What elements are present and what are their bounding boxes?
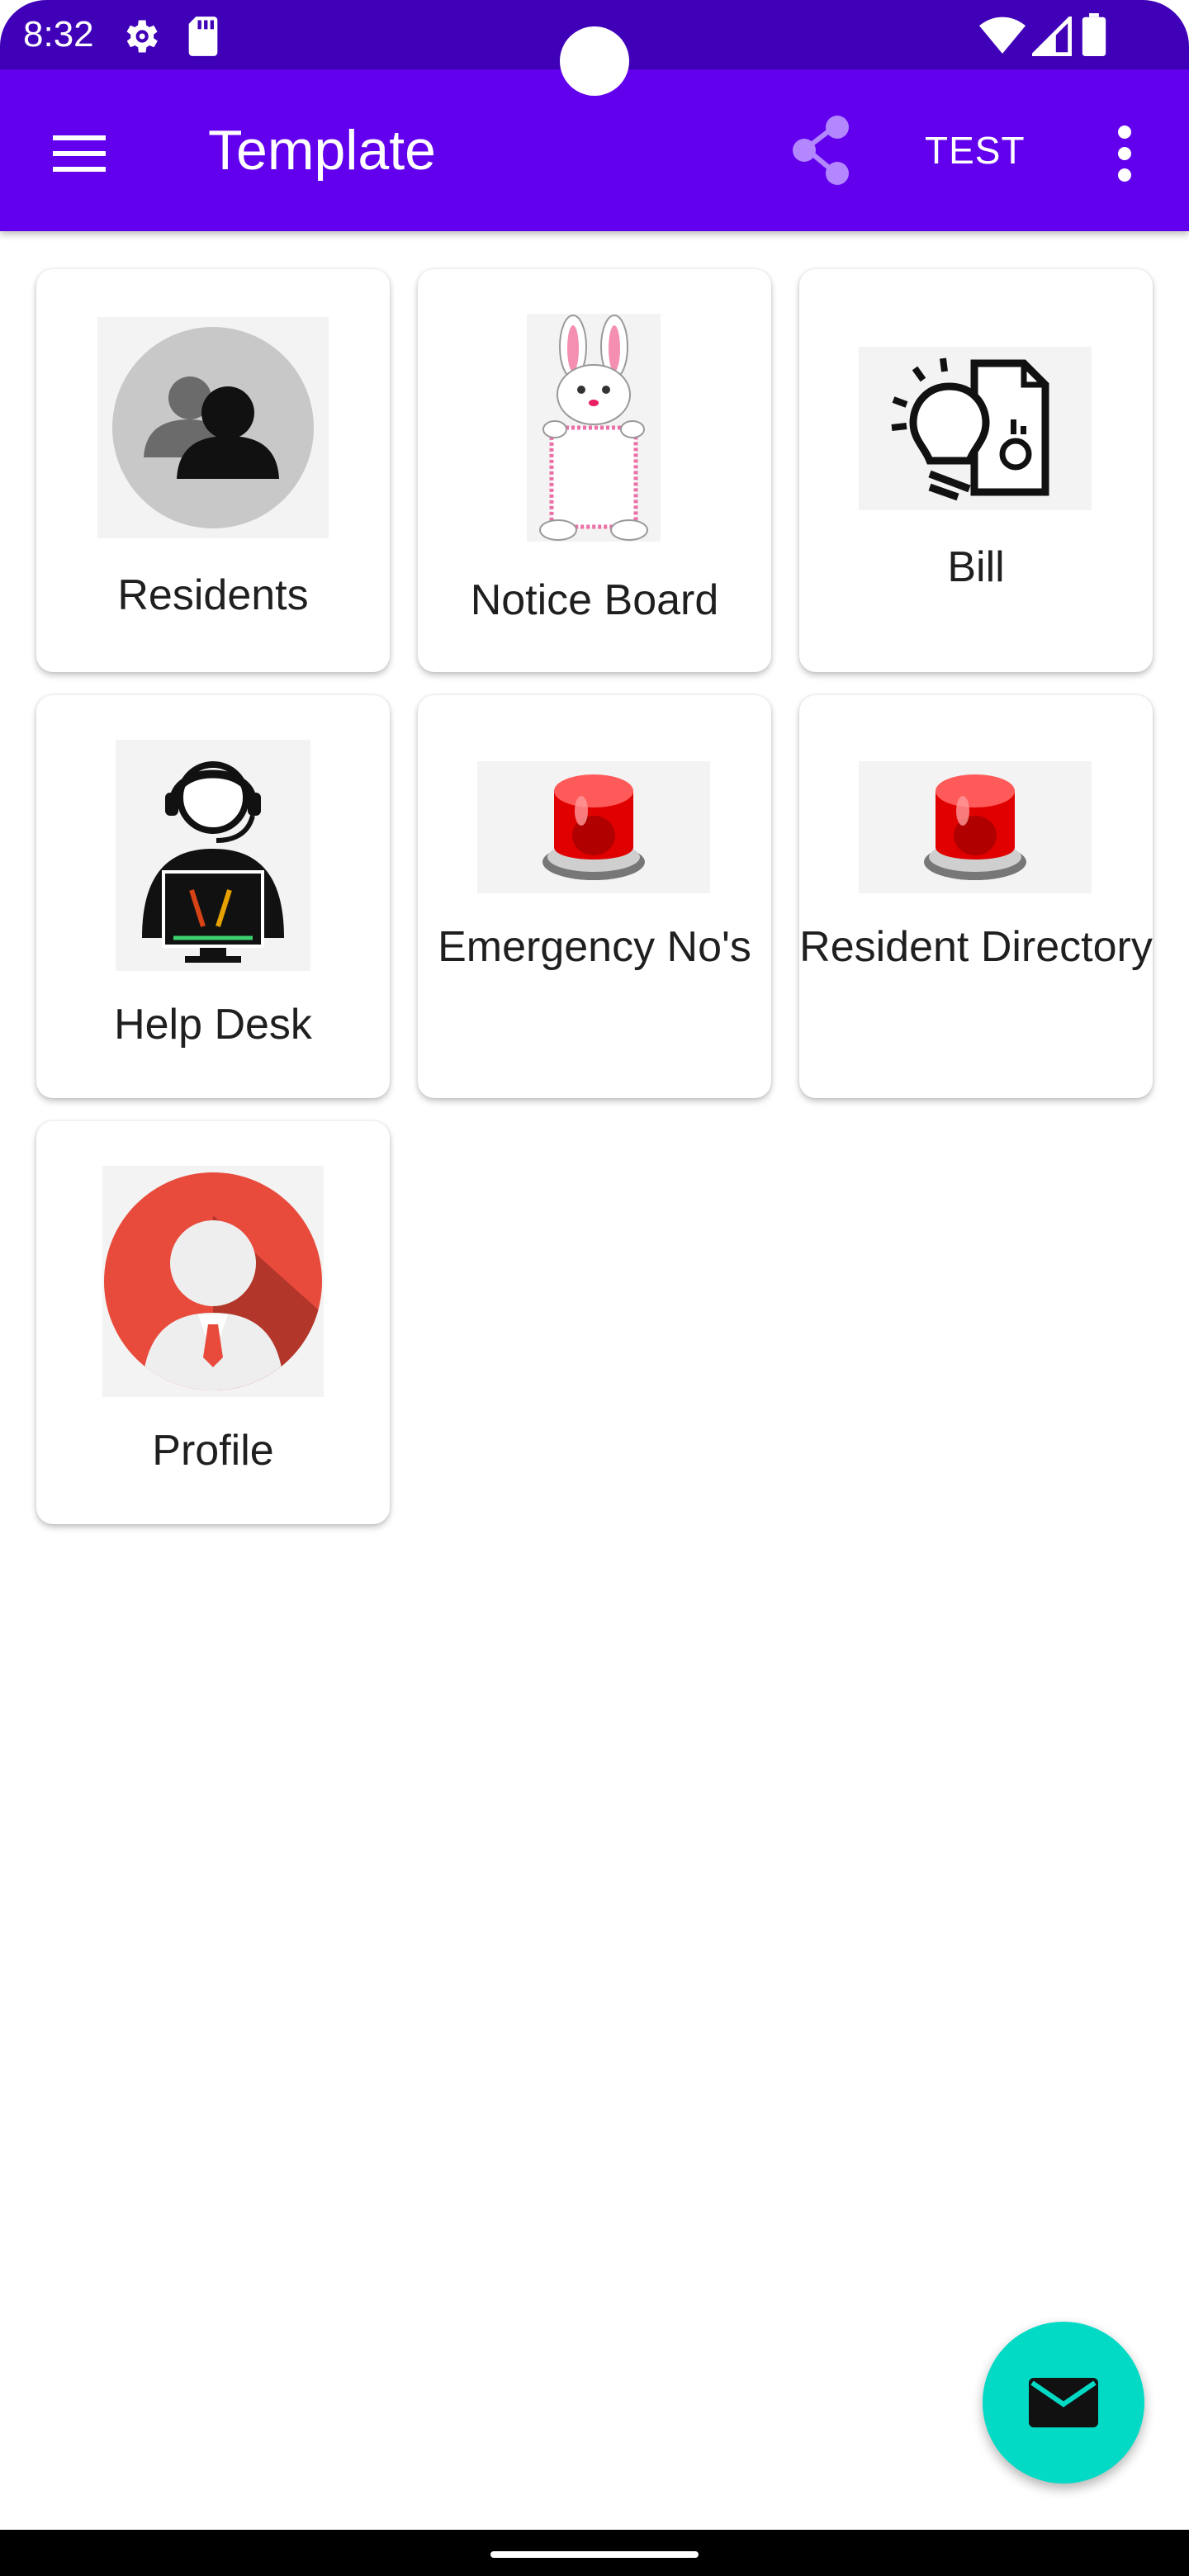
bill-bulb-document-icon: [859, 347, 1092, 510]
tile-label: Residents: [117, 571, 309, 619]
red-siren-icon: [477, 761, 710, 893]
tile-label: Notice Board: [470, 576, 719, 624]
compose-mail-fab[interactable]: [983, 2322, 1144, 2484]
screen: 8:32 Template TEST Residents Notice Boar…: [0, 0, 1189, 2576]
sd-card-icon: [185, 15, 221, 61]
share-button[interactable]: [783, 111, 862, 190]
tile-label: Profile: [152, 1427, 274, 1475]
wifi-icon: [979, 17, 1026, 59]
more-vertical-icon: [1118, 125, 1131, 182]
tile-resident-directory[interactable]: Resident Directory: [799, 695, 1153, 1098]
tile-label: Emergency No's: [438, 923, 751, 971]
bunny-notice-board-icon: [527, 314, 661, 542]
status-time: 8:32: [23, 14, 94, 54]
tile-bill[interactable]: Bill: [799, 269, 1153, 672]
tile-emergency-numbers[interactable]: Emergency No's: [418, 695, 771, 1098]
app-title: Template: [208, 119, 436, 182]
overflow-menu-button[interactable]: [1098, 114, 1151, 193]
navigation-bar: [0, 2530, 1189, 2576]
tile-notice-board[interactable]: Notice Board: [418, 269, 771, 672]
signal-icon: [1029, 13, 1072, 59]
battery-icon: [1082, 13, 1106, 59]
residents-people-icon: [97, 317, 329, 538]
camera-cutout: [560, 26, 629, 96]
red-siren-icon: [859, 761, 1092, 893]
share-icon: [793, 116, 849, 185]
help-desk-support-icon: [116, 740, 310, 971]
test-action-button[interactable]: TEST: [925, 121, 1026, 180]
home-gesture-handle[interactable]: [490, 2551, 699, 2558]
tile-label: Resident Directory: [799, 923, 1153, 971]
mail-icon: [1029, 2378, 1098, 2427]
profile-avatar-icon: [102, 1166, 324, 1397]
tile-profile[interactable]: Profile: [36, 1121, 390, 1524]
tile-label: Bill: [947, 543, 1005, 591]
tile-residents[interactable]: Residents: [36, 269, 390, 672]
menu-button[interactable]: [40, 114, 119, 193]
tile-label: Help Desk: [114, 1001, 312, 1049]
hamburger-menu-icon: [53, 135, 106, 172]
tile-help-desk[interactable]: Help Desk: [36, 695, 390, 1098]
settings-icon: [119, 15, 162, 61]
